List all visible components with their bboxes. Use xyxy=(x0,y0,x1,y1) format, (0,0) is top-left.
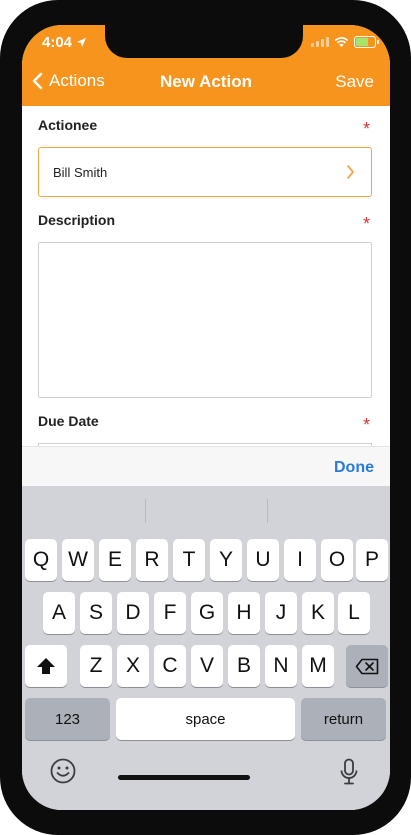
key-o[interactable]: O xyxy=(321,539,353,581)
suggestion-divider xyxy=(145,499,146,523)
notch xyxy=(105,25,303,58)
shift-icon xyxy=(37,658,55,674)
chevron-right-icon xyxy=(347,165,354,179)
backspace-key[interactable] xyxy=(346,645,388,687)
key-s[interactable]: S xyxy=(80,592,112,634)
key-d[interactable]: D xyxy=(117,592,149,634)
emoji-button[interactable] xyxy=(50,758,76,789)
description-required-mark: * xyxy=(362,214,370,234)
actionee-value: Bill Smith xyxy=(53,164,108,180)
keyboard-accessory-bar: Done xyxy=(22,446,390,487)
status-bar-icons xyxy=(311,36,379,48)
backspace-icon xyxy=(355,658,379,674)
keyboard: Q W E R T Y U I O P A S D F G H J K L Z … xyxy=(22,486,390,810)
key-p[interactable]: P xyxy=(356,539,388,581)
key-y[interactable]: Y xyxy=(210,539,242,581)
key-r[interactable]: R xyxy=(136,539,168,581)
actionee-label: Actionee xyxy=(38,117,98,133)
actionee-field[interactable]: Bill Smith xyxy=(38,147,372,197)
description-label: Description xyxy=(38,212,116,228)
key-b[interactable]: B xyxy=(228,645,260,687)
key-v[interactable]: V xyxy=(191,645,223,687)
numbers-key[interactable]: 123 xyxy=(25,698,110,740)
key-m[interactable]: M xyxy=(302,645,334,687)
description-textarea[interactable] xyxy=(38,242,372,398)
save-button[interactable]: Save xyxy=(335,72,374,92)
done-button[interactable]: Done xyxy=(334,459,374,477)
key-w[interactable]: W xyxy=(62,539,94,581)
microphone-icon xyxy=(340,758,358,785)
actionee-required-mark: * xyxy=(362,119,370,139)
wifi-icon xyxy=(334,36,349,47)
suggestion-divider xyxy=(267,499,268,523)
key-e[interactable]: E xyxy=(99,539,131,581)
signal-icon xyxy=(311,37,329,47)
status-bar-time: 4:04 xyxy=(42,34,87,51)
key-j[interactable]: J xyxy=(265,592,297,634)
key-a[interactable]: A xyxy=(43,592,75,634)
location-arrow-icon xyxy=(76,37,87,48)
key-h[interactable]: H xyxy=(228,592,260,634)
key-t[interactable]: T xyxy=(173,539,205,581)
key-l[interactable]: L xyxy=(338,592,370,634)
key-q[interactable]: Q xyxy=(25,539,57,581)
key-z[interactable]: Z xyxy=(80,645,112,687)
battery-icon xyxy=(354,36,379,48)
time-text: 4:04 xyxy=(42,34,73,51)
space-key[interactable]: space xyxy=(116,698,295,740)
phone-frame: 4:04 Actions New Action Save Actionee * … xyxy=(0,0,411,835)
key-g[interactable]: G xyxy=(191,592,223,634)
return-key[interactable]: return xyxy=(301,698,386,740)
due-date-label: Due Date xyxy=(38,413,99,429)
screen: 4:04 Actions New Action Save Actionee * … xyxy=(22,25,390,810)
key-c[interactable]: C xyxy=(154,645,186,687)
key-u[interactable]: U xyxy=(247,539,279,581)
key-f[interactable]: F xyxy=(154,592,186,634)
emoji-icon xyxy=(50,758,76,784)
key-k[interactable]: K xyxy=(302,592,334,634)
dictation-button[interactable] xyxy=(339,758,359,791)
home-indicator[interactable] xyxy=(118,775,250,780)
key-x[interactable]: X xyxy=(117,645,149,687)
key-n[interactable]: N xyxy=(265,645,297,687)
due-date-required-mark: * xyxy=(362,415,370,435)
key-i[interactable]: I xyxy=(284,539,316,581)
shift-key[interactable] xyxy=(25,645,67,687)
